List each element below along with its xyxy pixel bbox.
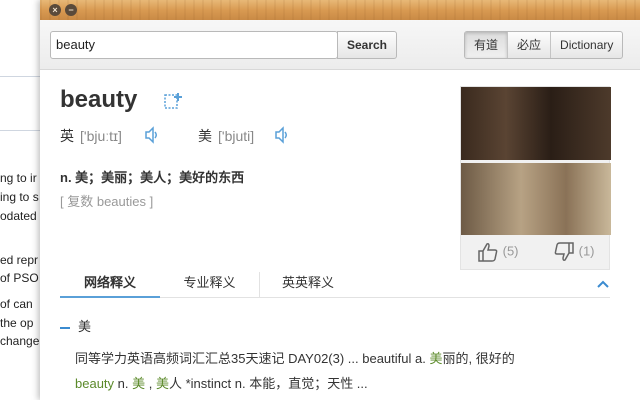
highlighted-term: 美: [155, 376, 169, 391]
phonetic-ipa: ['bjuːtɪ]: [80, 128, 122, 144]
tab-dictionary[interactable]: Dictionary: [550, 32, 622, 58]
tab-bing[interactable]: 必应: [507, 32, 550, 58]
highlighted-term: 美: [132, 376, 146, 391]
highlighted-term: beauty: [75, 376, 115, 391]
background-text: the op: [0, 316, 34, 330]
phonetic-label: 美: [198, 128, 212, 144]
thumbs-up-icon: [478, 243, 498, 262]
example-line: 同等学力英语高频词汇汇总35天速记 DAY02(3) ... beautiful…: [75, 346, 595, 371]
downvote-count: (1): [578, 243, 595, 259]
example-fragment: ,: [145, 376, 156, 391]
chevron-up-icon[interactable]: [596, 278, 610, 290]
sense-label: 美: [78, 319, 92, 334]
speaker-icon[interactable]: [274, 126, 290, 144]
dictionary-popup: × − beauty Search 有道 必应 Dictionary beaut…: [40, 0, 640, 400]
background-text: of can: [0, 297, 33, 311]
divider: [0, 76, 40, 77]
phonetic-uk: 英 ['bjuːtɪ]: [60, 126, 122, 146]
toolbar: beauty Search 有道 必应 Dictionary: [40, 20, 640, 70]
tab-web-meaning[interactable]: 网络释义: [60, 272, 160, 298]
thumbs-down-icon: [554, 242, 574, 261]
plural-form: [ 复数 beauties ]: [60, 194, 154, 209]
image-panel: (5) (1): [460, 86, 611, 270]
downvote-button[interactable]: (1): [553, 242, 595, 264]
search-input[interactable]: beauty: [50, 31, 338, 59]
close-icon[interactable]: ×: [49, 4, 61, 16]
minimize-icon[interactable]: −: [65, 4, 77, 16]
example-fragment: 人 *instinct n. 本能，直觉；天性 ...: [169, 376, 368, 391]
background-text: odated a: [0, 209, 40, 223]
upvote-count: (5): [502, 243, 519, 259]
background-text: of PSO: [0, 271, 39, 285]
search-button[interactable]: Search: [337, 31, 397, 59]
example-fragment: 丽的, 很好的: [442, 351, 515, 366]
word-image[interactable]: [461, 163, 611, 235]
phonetic-ipa: ['bjuti]: [218, 128, 255, 144]
highlighted-term: 美: [429, 351, 443, 366]
title-bar[interactable]: × −: [40, 0, 640, 20]
upvote-button[interactable]: (5): [477, 242, 519, 264]
example-line: beauty n. 美 , 美人 *instinct n. 本能，直觉；天性 .…: [75, 371, 595, 396]
meaning-tabs: 网络释义 专业释义 英英释义: [60, 272, 610, 298]
example-fragment: n.: [114, 376, 133, 391]
background-text: ed repr: [0, 253, 39, 267]
tab-professional-meaning[interactable]: 专业释义: [160, 272, 260, 298]
add-to-wordbook-icon[interactable]: [164, 92, 182, 110]
headword: beauty: [60, 86, 138, 113]
divider: [0, 130, 40, 131]
speaker-icon[interactable]: [144, 126, 160, 144]
sense-heading[interactable]: 美: [60, 316, 91, 335]
dictionary-source-tabs: 有道 必应 Dictionary: [464, 31, 624, 59]
background-text: change: [0, 334, 40, 348]
collapse-dash-icon: [60, 326, 70, 329]
background-text: ing to s: [0, 190, 39, 204]
background-text: ng to ir: [0, 171, 37, 185]
tab-youdao[interactable]: 有道: [465, 32, 508, 58]
tab-english-meaning[interactable]: 英英释义: [260, 272, 356, 298]
example-text: 同等学力英语高频词汇汇总35天速记 DAY02(3) ... beautiful…: [75, 346, 595, 396]
definition: n. 美；美丽；美人；美好的东西: [60, 170, 245, 185]
phonetic-us: 美 ['bjuti]: [198, 126, 254, 146]
phonetic-label: 英: [60, 128, 74, 144]
example-fragment: 同等学力英语高频词汇汇总35天速记 DAY02(3) ... beautiful…: [75, 351, 430, 366]
word-image[interactable]: [461, 87, 611, 160]
